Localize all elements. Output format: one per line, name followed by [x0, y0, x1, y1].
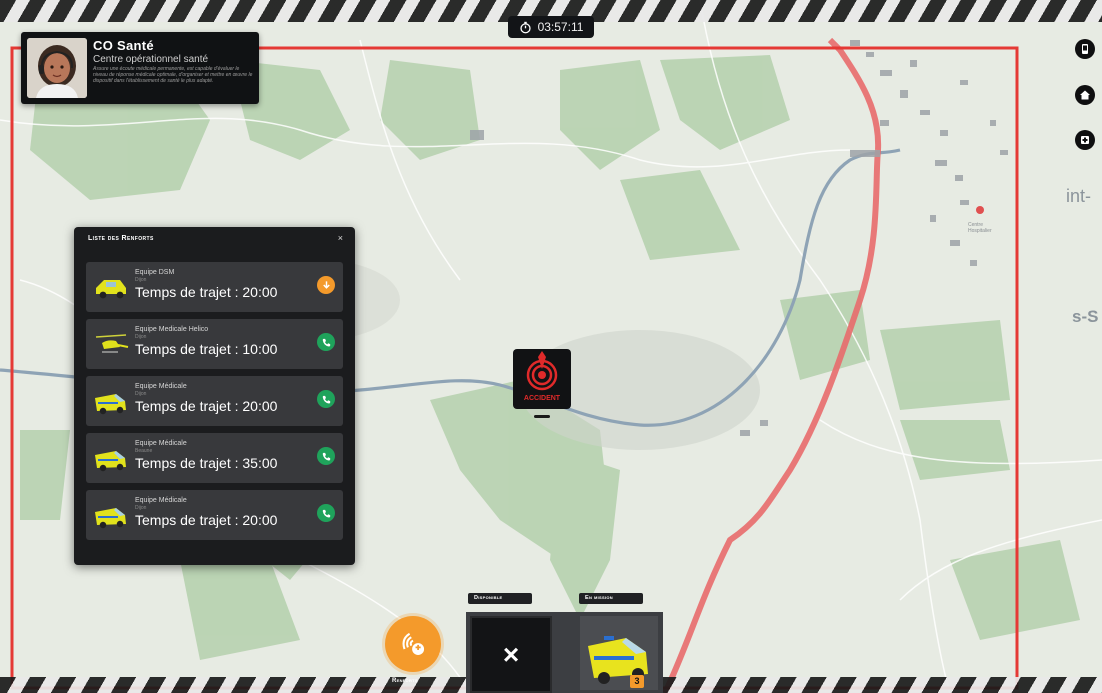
map-label-int: int-: [1066, 186, 1091, 206]
operator-description: Assure une écoute médicale permanente, e…: [93, 66, 253, 84]
team-card[interactable]: Equipe Médicale Dijon Temps de trajet : 20…: [86, 376, 343, 426]
team-travel-time: Temps de trajet : 10:00: [135, 341, 278, 357]
side-phone-button[interactable]: [1075, 39, 1095, 59]
mission-timer: 03:57:11: [508, 16, 594, 38]
vehicle-car-icon: [92, 272, 130, 302]
phone-call-icon: [322, 395, 330, 403]
team-travel-time: Temps de trajet : 20:00: [135, 512, 278, 528]
ambulance-icon: [588, 636, 648, 684]
map-label-ss: s-S: [1072, 307, 1098, 326]
tab-in-mission[interactable]: En mission: [579, 593, 643, 604]
side-home-button[interactable]: [1075, 85, 1095, 105]
team-list: Equipe DSM Dijon Temps de trajet : 20:00 Eq…: [86, 262, 343, 547]
accident-pointer: [534, 415, 550, 418]
game-stage: Centre Hospitalier int- s-S 03:57:11 CO …: [0, 0, 1102, 693]
team-travel-time: Temps de trajet : 20:00: [135, 284, 278, 300]
helicopter-icon: [92, 329, 130, 359]
team-call-button[interactable]: [317, 504, 335, 522]
accident-marker[interactable]: ACCIDENT: [513, 349, 571, 409]
team-card[interactable]: Equipe DSM Dijon Temps de trajet : 20:00: [86, 262, 343, 312]
accident-label: ACCIDENT: [523, 395, 561, 402]
team-origin: Beaune: [135, 448, 153, 454]
team-card[interactable]: Equipe Medicale Helico Dijon Temps de traj…: [86, 319, 343, 369]
team-card[interactable]: Equipe Médicale Beaune Temps de trajet : 3…: [86, 433, 343, 483]
stopwatch-icon: [519, 21, 531, 33]
team-call-button[interactable]: [317, 333, 335, 351]
ambulance-icon: [92, 500, 130, 530]
team-origin: Dijon: [135, 277, 147, 283]
operator-name: CO Santé: [93, 38, 154, 53]
phone-icon: [1082, 44, 1088, 54]
panel-title: Liste des Renforts: [88, 235, 154, 242]
phone-call-icon: [322, 509, 330, 517]
team-name: Equipe Médicale: [135, 497, 187, 504]
mission-vehicle-slot[interactable]: [580, 616, 658, 690]
phone-call-icon: [322, 338, 330, 346]
team-call-button[interactable]: [317, 390, 335, 408]
team-name: Equipe Médicale: [135, 383, 187, 390]
team-origin: Dijon: [135, 505, 147, 511]
arrow-down-icon: [322, 280, 330, 289]
panel-close-button[interactable]: ×: [338, 233, 343, 243]
operator-avatar: [27, 38, 87, 98]
available-slot-close-button[interactable]: ×: [470, 616, 552, 693]
operator-card: CO Santé Centre opérationnel santé Assur…: [21, 32, 259, 104]
reinforcements-label: Renforts: [392, 678, 418, 684]
home-icon: [1080, 90, 1090, 100]
mission-count-badge: 3: [630, 675, 644, 688]
team-call-button[interactable]: [317, 447, 335, 465]
team-name: Equipe Médicale: [135, 440, 187, 447]
ambulance-icon: [92, 443, 130, 473]
tab-available[interactable]: Disponible: [468, 593, 532, 604]
call-signal-icon: [402, 632, 425, 656]
team-travel-time: Temps de trajet : 35:00: [135, 455, 278, 471]
team-origin: Dijon: [135, 391, 147, 397]
team-name: Equipe DSM: [135, 269, 175, 276]
svg-text:Hospitalier: Hospitalier: [968, 228, 992, 234]
team-pending-button[interactable]: [317, 276, 335, 294]
ambulance-icon: [92, 386, 130, 416]
phone-call-icon: [322, 452, 330, 460]
reinforcements-panel: Liste des Renforts × Equipe DSM Dijon Temp…: [74, 227, 355, 565]
team-origin: Dijon: [135, 334, 147, 340]
team-travel-time: Temps de trajet : 20:00: [135, 398, 278, 414]
team-name: Equipe Medicale Helico: [135, 326, 209, 333]
team-card[interactable]: Equipe Médicale Dijon Temps de trajet : 20…: [86, 490, 343, 540]
hospital-icon: [1081, 136, 1089, 144]
timer-value: 03:57:11: [537, 20, 584, 34]
side-hospital-button[interactable]: [1075, 130, 1095, 150]
operator-role: Centre opérationnel santé: [93, 54, 209, 65]
reinforcements-button[interactable]: [385, 616, 441, 672]
